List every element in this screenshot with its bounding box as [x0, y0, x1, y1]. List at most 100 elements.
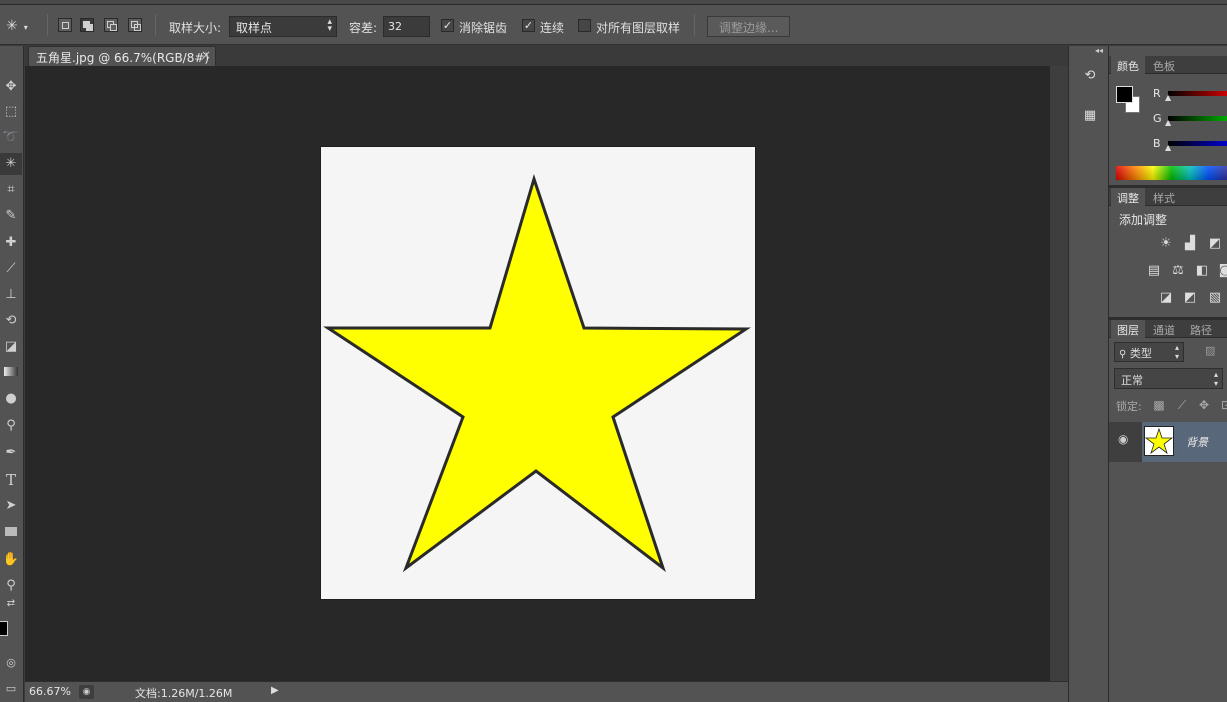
star-image	[322, 174, 751, 573]
history-panel-icon[interactable]: ⟲	[1081, 68, 1099, 86]
status-menu-arrow-icon[interactable]: ▶	[271, 685, 279, 696]
quick-mask-icon[interactable]: ◎	[0, 652, 22, 674]
photo-filter-icon[interactable]: ◙	[1217, 264, 1227, 278]
magic-wand-tool-preset-icon[interactable]: ✳ ▾	[6, 17, 38, 35]
tab-swatches[interactable]: 色板	[1147, 56, 1181, 74]
tab-paths[interactable]: 路径	[1184, 320, 1218, 338]
channel-r-slider[interactable]	[1168, 91, 1227, 96]
levels-icon[interactable]: ▟	[1182, 237, 1198, 251]
dodge-tool-icon[interactable]: ⚲	[0, 415, 22, 437]
gradient-tool-icon[interactable]	[0, 362, 22, 384]
curves-icon[interactable]: ◩	[1207, 237, 1223, 251]
blur-tool-icon[interactable]: ●	[0, 388, 22, 410]
layer-thumbnail	[1144, 426, 1174, 456]
color-balance-icon[interactable]: ⚖	[1170, 264, 1186, 278]
tolerance-label: 容差:	[349, 21, 378, 35]
add-to-selection-button[interactable]	[80, 18, 94, 32]
pen-tool-icon[interactable]: ✒	[0, 442, 22, 464]
document-tab-title: 五角星.jpg @ 66.7%(RGB/8#)	[36, 51, 210, 65]
marquee-tool-icon[interactable]: ⬚	[0, 101, 22, 123]
tolerance-value: 32	[388, 20, 402, 33]
move-tool-icon[interactable]: ✥	[0, 76, 22, 98]
tab-color[interactable]: 颜色	[1111, 56, 1145, 74]
refine-edge-button[interactable]: 调整边缘...	[707, 16, 791, 37]
brightness-contrast-icon[interactable]: ☀	[1158, 237, 1174, 251]
path-selection-tool-icon[interactable]: ➤	[0, 495, 22, 517]
channel-r-label: R	[1153, 87, 1161, 100]
properties-panel-icon[interactable]: ▦	[1081, 108, 1099, 126]
sample-size-select[interactable]: 取样点 ▴ ▾	[229, 16, 337, 37]
screen-mode-icon[interactable]: ▭	[0, 678, 22, 700]
vertical-scrollbar[interactable]	[1050, 66, 1068, 681]
right-panel-dock: 颜色 色板 R ▲ G ▲ B ▲ 调整 样式 添加调整 ☀ ▟ ◩ ▤ ⚖ ◧…	[1109, 46, 1227, 702]
collapsed-panel-dock: ◂◂ ⟲ ▦	[1068, 46, 1109, 702]
channel-g-slider[interactable]	[1168, 116, 1227, 121]
tab-adjustments[interactable]: 调整	[1111, 188, 1145, 206]
slider-handle-icon[interactable]: ▲	[1165, 143, 1171, 152]
hand-tool-icon[interactable]: ✋	[0, 549, 22, 571]
select-arrows-icon: ▴ ▾	[327, 17, 332, 34]
type-tool-icon[interactable]: T	[0, 469, 22, 491]
contiguous-checkbox[interactable]: ✓	[522, 19, 535, 32]
posterize-icon[interactable]: ◩	[1182, 291, 1198, 305]
layer-filter-select[interactable]: ⚲ 类型 ▴ ▾	[1114, 342, 1184, 362]
select-arrows-icon: ▴ ▾	[1213, 370, 1218, 388]
contiguous-label: 连续	[540, 21, 565, 35]
foreground-color-swatch[interactable]	[0, 621, 8, 636]
select-arrows-icon: ▴ ▾	[1174, 343, 1179, 361]
lock-transparent-icon[interactable]: ▩	[1152, 398, 1166, 412]
magic-wand-tool-icon[interactable]: ✳	[0, 153, 22, 175]
blend-mode-select[interactable]: 正常 ▴ ▾	[1114, 368, 1223, 389]
adjustments-title: 添加调整	[1119, 213, 1168, 227]
foreground-color-chip[interactable]	[1116, 86, 1133, 103]
hue-saturation-icon[interactable]: ▤	[1146, 264, 1162, 278]
lock-all-icon[interactable]: ⊡	[1219, 398, 1227, 412]
tolerance-input[interactable]: 32	[383, 16, 430, 37]
star-shape	[322, 174, 751, 573]
zoom-tool-icon[interactable]: ⚲	[0, 575, 22, 597]
tab-styles[interactable]: 样式	[1147, 188, 1181, 206]
shape-tool-icon[interactable]	[0, 522, 22, 544]
new-selection-button[interactable]	[58, 18, 72, 32]
sample-size-value: 取样点	[236, 21, 273, 35]
image-filter-icon[interactable]: ▨	[1205, 344, 1215, 357]
crop-tool-icon[interactable]: ⌗	[0, 179, 22, 201]
layer-row-background[interactable]: ◉ 背景	[1109, 422, 1227, 462]
sample-size-label: 取样大小:	[169, 21, 222, 35]
eye-icon[interactable]: ◉	[1118, 432, 1128, 446]
gradient-map-icon[interactable]: ▧	[1207, 291, 1223, 305]
clone-stamp-tool-icon[interactable]: ⊥	[0, 284, 22, 306]
anti-alias-checkbox[interactable]: ✓	[441, 19, 454, 32]
black-white-icon[interactable]: ◧	[1194, 264, 1210, 278]
lock-position-icon[interactable]: ✥	[1197, 398, 1211, 412]
options-bar: ✳ ▾ 取样大小: 取样点 ▴ ▾ 容差: 32 ✓ 消除锯齿 ✓ 连续 对所有图层…	[0, 5, 1227, 45]
image-canvas[interactable]	[321, 147, 755, 599]
tab-channels[interactable]: 通道	[1147, 320, 1181, 338]
channel-b-slider[interactable]	[1168, 141, 1227, 146]
blend-mode-value: 正常	[1121, 374, 1143, 387]
tab-layers[interactable]: 图层	[1111, 320, 1145, 338]
document-tab[interactable]: 五角星.jpg @ 66.7%(RGB/8#) ×	[28, 46, 216, 66]
collapse-dock-icon[interactable]: ◂◂	[1095, 46, 1103, 55]
lock-image-icon[interactable]: ⟋	[1175, 398, 1189, 412]
slider-handle-icon[interactable]: ▲	[1165, 118, 1171, 127]
slider-handle-icon[interactable]: ▲	[1165, 93, 1171, 102]
healing-brush-tool-icon[interactable]: ✚	[0, 232, 22, 254]
eyedropper-tool-icon[interactable]: ✎	[0, 205, 22, 227]
subtract-from-selection-button[interactable]	[104, 18, 118, 32]
zoom-level[interactable]: 66.67%	[29, 685, 71, 698]
tools-panel: ✥ ⬚ ➰ ✳ ⌗ ✎ ✚ ⟋ ⊥ ⟲ ◪ ● ⚲ ✒ T ➤ ✋ ⚲ ⇄ ◎ …	[0, 46, 24, 702]
lasso-tool-icon[interactable]: ➰	[0, 127, 22, 149]
sample-all-layers-checkbox[interactable]	[578, 19, 591, 32]
sample-all-layers-label: 对所有图层取样	[596, 21, 681, 35]
layers-panel-tabs: 图层 通道 路径	[1109, 320, 1227, 338]
brush-tool-icon[interactable]: ⟋	[0, 258, 22, 280]
history-brush-tool-icon[interactable]: ⟲	[0, 310, 22, 332]
intersect-selection-button[interactable]	[128, 18, 142, 32]
color-spectrum-ramp[interactable]	[1116, 166, 1227, 180]
status-info-icon[interactable]: ◉	[79, 685, 94, 699]
invert-icon[interactable]: ◪	[1158, 291, 1174, 305]
close-tab-icon[interactable]: ×	[201, 48, 211, 62]
eraser-tool-icon[interactable]: ◪	[0, 336, 22, 358]
swap-colors-icon[interactable]: ⇄	[0, 597, 22, 611]
